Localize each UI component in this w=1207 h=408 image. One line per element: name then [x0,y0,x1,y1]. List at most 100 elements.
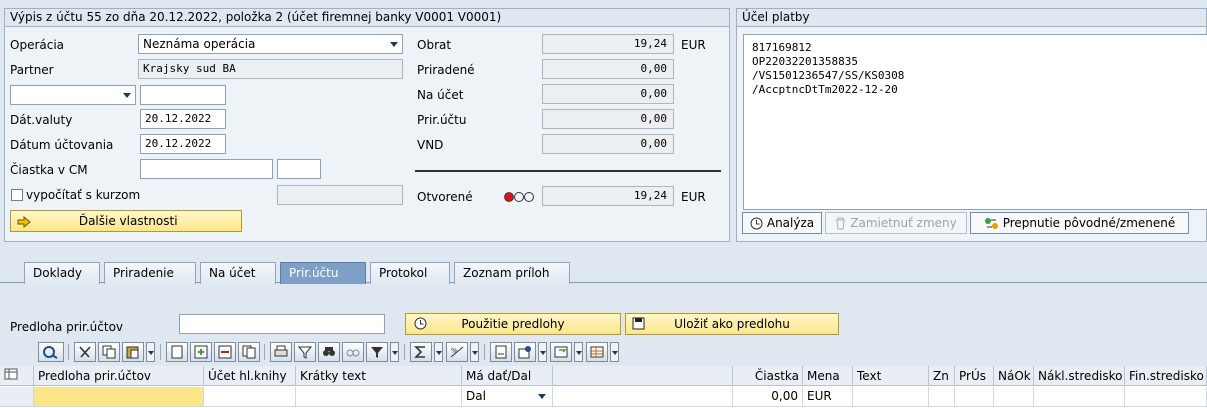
short-text-cell[interactable] [296,387,462,407]
fin-center-cell[interactable] [1125,387,1207,407]
chevron-down-icon[interactable] [390,42,398,47]
turnover-label: Obrat [417,38,452,52]
template-cell[interactable] [34,387,204,407]
status-light-icon [503,191,537,206]
duplicate-row-icon[interactable] [238,342,260,362]
delete-row-icon[interactable] [214,342,236,362]
value-date-field[interactable]: 20.12.2022 [140,109,226,129]
clock-icon [414,317,427,330]
col-text: Text [853,366,929,386]
amount-cm-currency-input[interactable] [277,159,321,179]
layout-dropdown[interactable] [574,342,583,362]
switch-original-button[interactable]: Prepnutie pôvodné/zmenené [970,212,1189,234]
select-all-icon[interactable] [0,366,34,386]
open-field: 19,24 [542,186,674,206]
filter-dropdown[interactable] [390,342,399,362]
tab-strip: Doklady Priradenie Na účet Prir.účtu Pro… [0,256,1207,284]
grid-icon[interactable] [586,342,608,362]
save-template-button[interactable]: Uložiť ako predlohu [625,313,839,335]
on-account-field: 0,00 [542,84,674,104]
statement-item-group: Výpis z účtu 55 zo dňa 20.12.2022, polož… [4,8,730,242]
prus-cell[interactable] [955,387,994,407]
find-next-icon[interactable] [342,342,364,362]
currency-cell[interactable]: EUR [803,387,853,407]
details-icon[interactable] [38,342,64,362]
purpose-line: 817169812 [752,41,812,54]
sign-cell[interactable] [929,387,955,407]
new-row-icon[interactable] [166,342,188,362]
use-template-button[interactable]: Použitie predlohy [405,313,621,335]
paste-dropdown[interactable] [146,342,155,362]
blank-cell [553,387,733,407]
col-cost-center: Nákl.stredisko [1034,366,1125,386]
layout-icon[interactable] [550,342,572,362]
naok-cell[interactable] [994,387,1034,407]
tab-log[interactable]: Protokol [370,262,450,284]
paste-icon[interactable] [122,342,144,362]
sum-dropdown[interactable] [434,342,443,362]
reject-changes-button[interactable]: Zamietnuť zmeny [825,212,967,234]
search-type-select[interactable] [10,85,136,105]
col-prus: PrÚs [955,366,994,386]
more-properties-label: Ďalšie vlastnosti [78,214,178,228]
analyze-button[interactable]: Analýza [742,212,822,234]
chevron-down-icon[interactable] [538,394,546,399]
calc-rate-checkbox[interactable] [11,189,23,201]
switch-original-label: Prepnutie pôvodné/zmenené [1002,216,1176,230]
col-currency: Mena [803,366,853,386]
subtotal-dropdown[interactable] [470,342,479,362]
amount-cm-input[interactable] [140,159,273,179]
search-value-input[interactable] [140,85,226,105]
amount-cm-label: Čiastka v CM [10,163,88,177]
filter-select-icon[interactable] [294,342,316,362]
gl-account-cell[interactable] [204,387,296,407]
debit-credit-value: Dal [466,389,486,403]
purpose-line: /VS1501236547/SS/KS0308 [752,69,905,82]
posting-date-field[interactable]: 20.12.2022 [140,134,226,154]
document-icon[interactable] [490,342,512,362]
partner-field: Krajsky sud BA [138,59,403,79]
more-properties-button[interactable]: Ďalšie vlastnosti [10,210,242,232]
cost-center-cell[interactable] [1034,387,1125,407]
save-icon [632,317,645,330]
template-input[interactable] [179,314,385,334]
account-assign-label: Prir.účtu [417,113,467,127]
subtotal-icon[interactable]: % [446,342,468,362]
print-icon[interactable] [270,342,292,362]
calc-rate-label: vypočítať s kurzom [26,188,141,202]
cut-icon[interactable] [74,342,96,362]
copy-icon[interactable] [98,342,120,362]
row-selector[interactable] [0,387,34,407]
analyze-label: Analýza [766,216,815,230]
open-currency: EUR [681,190,706,204]
text-cell[interactable] [853,387,929,407]
filter-icon[interactable] [366,342,388,362]
find-icon[interactable] [318,342,340,362]
amount-cell[interactable]: 0,00 [733,387,803,407]
tab-attachments[interactable]: Zoznam príloh [454,262,570,284]
col-sign: Zn [929,366,955,386]
export-dropdown[interactable] [538,342,547,362]
vnd-field: 0,00 [542,134,674,154]
chevron-down-icon[interactable] [123,93,131,98]
exchange-rate-field [277,185,403,205]
grid-dropdown[interactable] [610,342,619,362]
insert-row-icon[interactable] [190,342,212,362]
tab-documents[interactable]: Doklady [24,262,100,284]
tab-account-assignment[interactable]: Prir.účtu [280,262,366,284]
sum-icon[interactable] [410,342,432,362]
payment-purpose-group: Účel platby 817169812 OP22032201358835 /… [736,8,1207,242]
operation-label: Operácia [10,38,65,52]
purpose-line: OP22032201358835 [752,55,858,68]
tab-assignment[interactable]: Priradenie [104,262,196,284]
assignment-table: Predloha prir.účtov Účet hl.knihy Krátky… [0,366,1207,408]
open-label: Otvorené [417,190,473,204]
payment-purpose-text[interactable]: 817169812 OP22032201358835 /VS1501236547… [743,34,1207,210]
operation-select[interactable]: Neznáma operácia [138,34,403,54]
col-fin-center: Fin.stredisko [1125,366,1207,386]
export-icon[interactable] [514,342,536,362]
template-label: Predloha prir.účtov [10,320,124,334]
debit-credit-cell[interactable]: Dal [462,387,553,407]
col-amount: Čiastka [733,366,803,386]
tab-on-account[interactable]: Na účet [200,262,276,284]
